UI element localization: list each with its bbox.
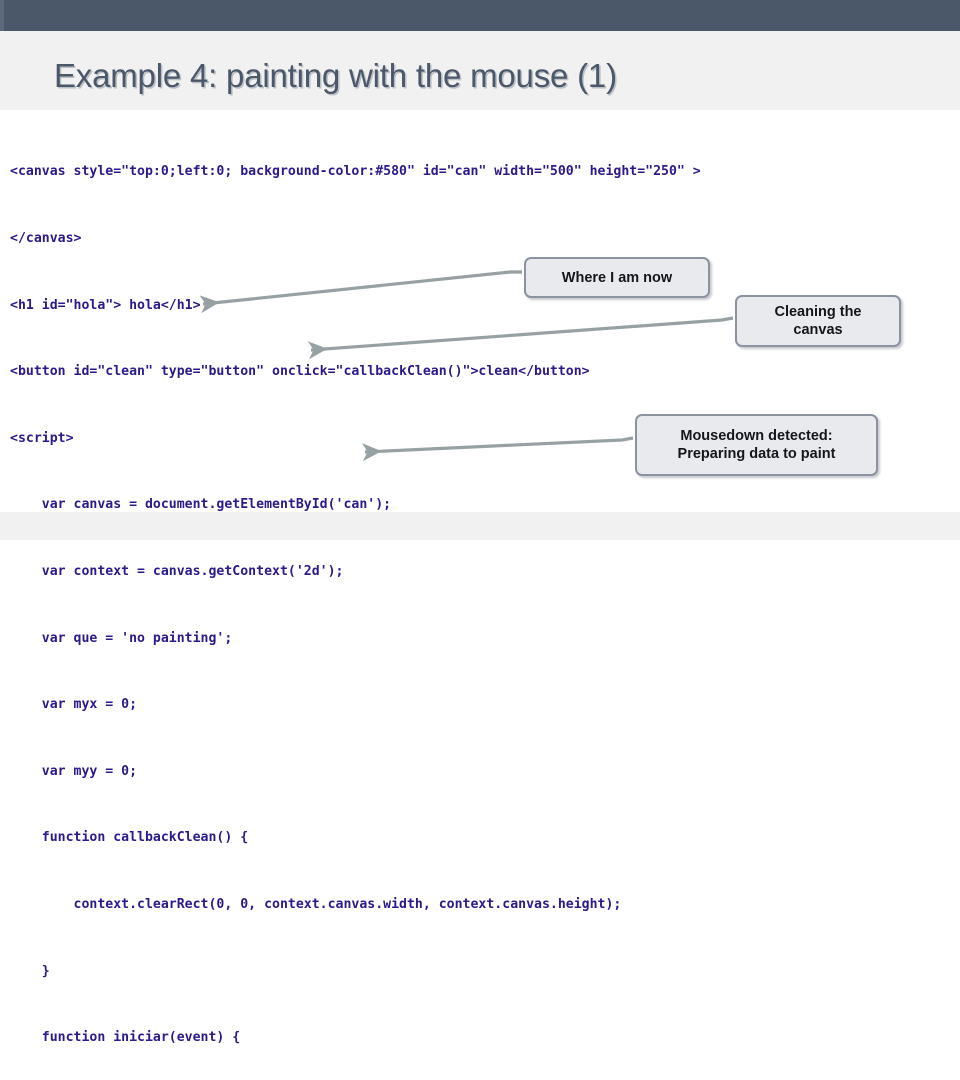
slide-footer-band — [0, 512, 960, 540]
slide-header-bar — [0, 0, 960, 31]
page-title: Example 4: painting with the mouse (1) — [54, 57, 617, 94]
annotation-mousedown-detected: Mousedown detected: Preparing data to pa… — [635, 414, 878, 476]
code-line: var myy = 0; — [10, 763, 138, 779]
annotation-label-line1: Cleaning the — [774, 304, 862, 320]
code-line: } — [10, 963, 50, 979]
annotation-label: Cleaning the canvas — [774, 303, 861, 339]
annotation-label: Where I am now — [561, 269, 673, 286]
annotation-label: Mousedown detected: Preparing data to pa… — [678, 427, 836, 463]
annotation-label-line2: canvas — [793, 322, 843, 338]
annotation-cleaning-canvas: Cleaning the canvas — [735, 295, 901, 347]
annotation-label-line1: Mousedown detected: — [680, 428, 833, 444]
code-line: function callbackClean() { — [10, 830, 249, 846]
code-line: <button id="clean" type="button" onclick… — [10, 364, 590, 380]
code-line: <canvas style="top:0;left:0; background-… — [10, 164, 701, 180]
code-line: var context = canvas.getContext('2d'); — [10, 563, 344, 579]
code-line: context.clearRect(0, 0, context.canvas.w… — [10, 896, 622, 912]
code-line: </canvas> — [10, 231, 82, 246]
header-accent-edge — [0, 0, 4, 31]
code-line: function iniciar(event) { — [10, 1030, 241, 1046]
code-listing: <canvas style="top:0;left:0; background-… — [10, 117, 950, 1080]
slide-canvas: Example 4: painting with the mouse (1) <… — [0, 0, 960, 1045]
code-line: var myx = 0; — [10, 697, 138, 713]
code-line: var que = 'no painting'; — [10, 630, 233, 646]
annotation-where-i-am-now: Where I am now — [524, 257, 710, 298]
annotation-label-line2: Preparing data to paint — [677, 446, 836, 462]
